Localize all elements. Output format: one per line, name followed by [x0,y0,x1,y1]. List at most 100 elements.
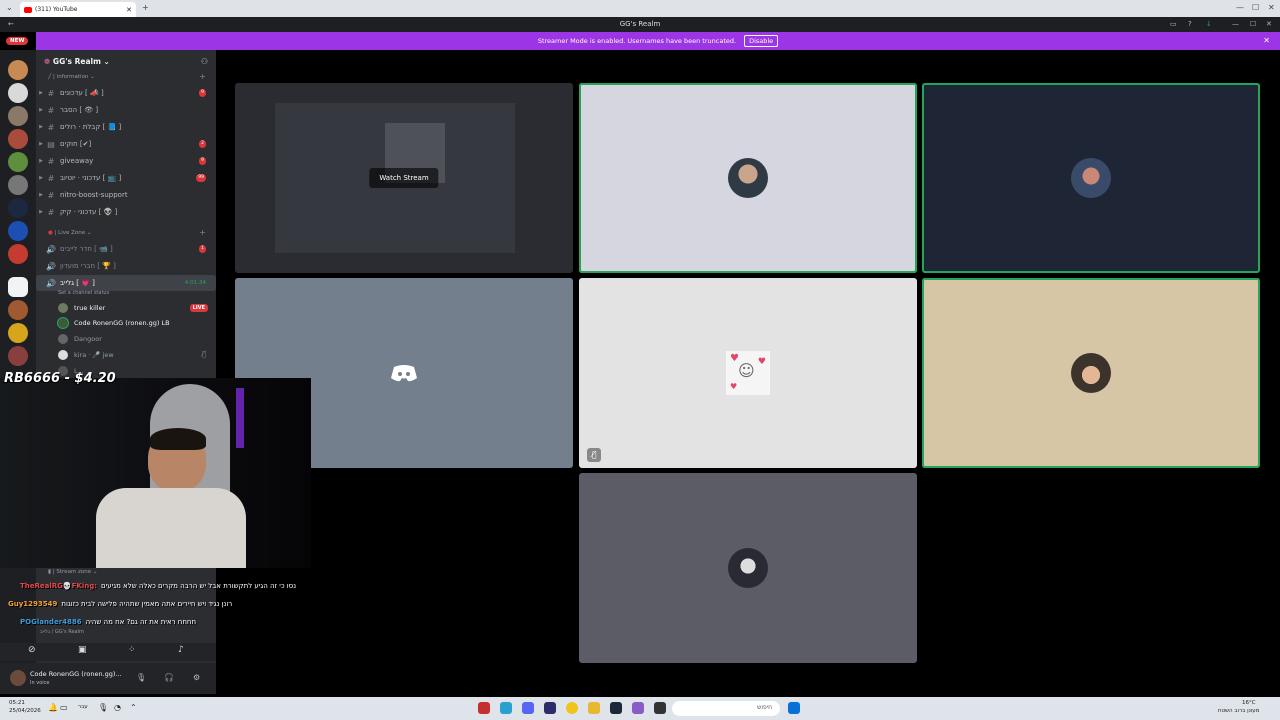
voice-channel-active[interactable]: 🔊 גלייב [ 💗 ] 4:01:34 [36,275,216,291]
voice-channel-club[interactable]: 🔊 חברי מועדון [ 🏆 ] [36,258,216,274]
add-channel-icon[interactable]: + [199,228,206,237]
channel-updates[interactable]: ▶ # עדכונים [ 📣 ] 9 [36,85,216,101]
discord-icon [391,365,417,382]
live-badge: LIVE [189,304,208,312]
window-title: GG's Realm [619,20,661,28]
streamer-body [96,488,246,568]
avatar[interactable] [10,670,26,686]
category-live-zone[interactable]: ● | Live Zone ⌄ [48,230,92,236]
app-icon[interactable] [500,702,512,714]
display-icon[interactable]: ▭ [60,703,68,712]
camera-off-icon[interactable]: ⊘ [28,645,36,655]
file-explorer-icon[interactable] [588,702,600,714]
browser-tab-youtube[interactable]: (311) YouTube ✕ [20,2,136,17]
maximize-icon[interactable]: ☐ [1250,20,1256,28]
new-tab-button[interactable]: + [142,3,149,12]
participant-tile[interactable]: ♥ ♥ ♥ ☺ 🎙̸ [579,278,917,468]
server-icon[interactable] [8,83,28,103]
donation-alert: RB6666 - $4.20 [4,371,116,386]
screen-share-icon[interactable]: ▣ [78,645,87,655]
wifi-icon[interactable]: ◔ [114,703,121,712]
channel-rules[interactable]: ▶ ▤ חוקים [✔] 2 [36,136,216,152]
microphone-icon[interactable]: 🎙 [136,673,146,682]
help-icon[interactable]: ? [1188,20,1192,28]
add-channel-icon[interactable]: + [199,72,206,81]
server-icon[interactable] [8,300,28,320]
download-icon[interactable]: ↓ [1206,20,1212,28]
mic-tray-icon[interactable]: 🎙 [98,703,108,712]
tray-expand-icon[interactable]: ⌃ [130,703,137,712]
server-icon[interactable] [8,60,28,80]
soundboard-icon[interactable]: ♪ [178,645,184,655]
settings-gear-icon[interactable]: ⚙ [193,673,200,682]
server-icon[interactable] [8,152,28,172]
close-tab-icon[interactable]: ✕ [126,6,132,14]
tab-list-icon[interactable]: ⌄ [6,3,13,12]
category-information[interactable]: ╱ | information ⌄ [48,74,95,80]
minimize-browser-icon[interactable]: — [1236,3,1244,12]
discord-taskbar-icon[interactable] [522,702,534,714]
chrome-icon[interactable] [566,702,578,714]
stream-tile[interactable]: Watch Stream [235,83,573,273]
avatar [58,303,68,313]
user-name[interactable]: Code RonenGG (ronen.gg)... [30,670,122,678]
disable-streamer-mode-button[interactable]: Disable [744,35,779,47]
avatar [58,334,68,344]
voice-stage: Watch Stream ♥ ♥ ♥ ☺ 🎙̸ [216,50,1280,694]
channel-roles[interactable]: ▶ # קבלת · רולים [ 📘 ] [36,119,216,135]
app-icon[interactable] [654,702,666,714]
invite-icon[interactable]: ⚇ [201,57,208,66]
voice-channel-path: גלייב / GG's Realm [40,629,84,635]
maximize-browser-icon[interactable]: ☐ [1252,3,1259,12]
weather-desc: מעונן ברוב השטח [1218,708,1260,714]
voice-channel-lives[interactable]: 🔊 חדר לייבים [ 📹 ] 1 [36,241,216,257]
voice-user[interactable]: kira · 🎤 jew [58,348,114,362]
channel-kick-updates[interactable]: ▶ # עדכוני · קיק [ 👽 ] [36,204,216,220]
activities-icon[interactable]: ⁘ [128,645,136,655]
channel-status-prompt[interactable]: Set a channel status [58,290,109,296]
notification-icon[interactable]: 🔔 [48,703,58,712]
minimize-icon[interactable]: — [1232,20,1239,28]
muted-icon: 🎙̸ [201,350,206,358]
app-icon[interactable] [544,702,556,714]
weather-temp[interactable]: 16°C [1242,700,1256,706]
streamer-webcam [0,378,311,568]
inbox-icon[interactable]: ▭ [1170,20,1177,28]
start-button-icon[interactable] [788,702,800,714]
server-icon[interactable] [8,129,28,149]
category-stream-zone[interactable]: ▮ | Stream zone ⌄ [48,569,98,575]
participant-tile[interactable] [922,278,1260,468]
channel-youtube-updates[interactable]: ▶ # עדכוני · יוטיוב [ 📺 ] 99 [36,170,216,186]
server-icon[interactable] [8,346,28,366]
voice-user[interactable]: Dangoor [58,332,102,346]
streamer-mode-banner: Streamer Mode is enabled. Usernames have… [36,32,1280,50]
rgb-light [236,388,244,448]
server-icon[interactable] [8,106,28,126]
voice-user[interactable]: true killer [58,301,105,315]
language-indicator[interactable]: עבר [78,704,88,710]
server-icon[interactable] [8,221,28,241]
channel-explain[interactable]: ▶ # הסבר [ 👁 ] [36,102,216,118]
server-icon[interactable] [8,198,28,218]
server-icon[interactable] [8,244,28,264]
dismiss-banner-icon[interactable]: ✕ [1263,36,1270,45]
server-name[interactable]: ❁ GG's Realm ⌄ [44,57,110,66]
channel-giveaway[interactable]: ▶ # giveaway 9 [36,153,216,169]
app-icon[interactable] [632,702,644,714]
server-icon-active[interactable] [8,277,28,297]
voice-user[interactable]: Code RonenGG (ronen.gg) LB [58,316,170,330]
participant-tile[interactable] [579,83,917,273]
close-browser-icon[interactable]: ✕ [1268,3,1275,12]
channel-nitro-boost-support[interactable]: ▶ # nitro-boost-support [36,187,216,203]
voice-controls: ⊘ ▣ ⁘ ♪ [0,643,216,661]
steam-icon[interactable] [610,702,622,714]
watch-stream-button[interactable]: Watch Stream [369,168,439,188]
server-icon[interactable] [8,323,28,343]
search-input[interactable]: חיפוש [672,701,780,716]
server-icon[interactable] [8,175,28,195]
close-icon[interactable]: ✕ [1266,20,1272,28]
participant-tile[interactable] [579,473,917,663]
participant-tile[interactable] [922,83,1260,273]
app-icon[interactable] [478,702,490,714]
headphones-icon[interactable]: 🎧 [164,673,174,682]
